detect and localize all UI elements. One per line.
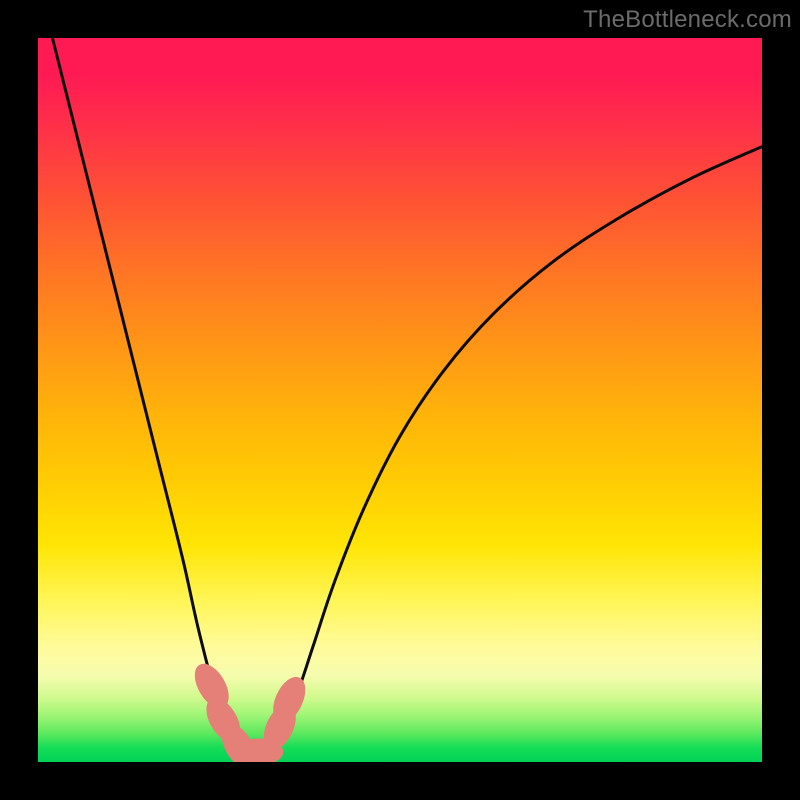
chart-frame: TheBottleneck.com (0, 0, 800, 800)
watermark-text: TheBottleneck.com (583, 6, 792, 34)
curve-markers (189, 659, 312, 762)
bottleneck-curve (52, 38, 762, 754)
chart-svg (38, 38, 762, 762)
chart-plot-area (38, 38, 762, 762)
curve-layer (52, 38, 762, 754)
